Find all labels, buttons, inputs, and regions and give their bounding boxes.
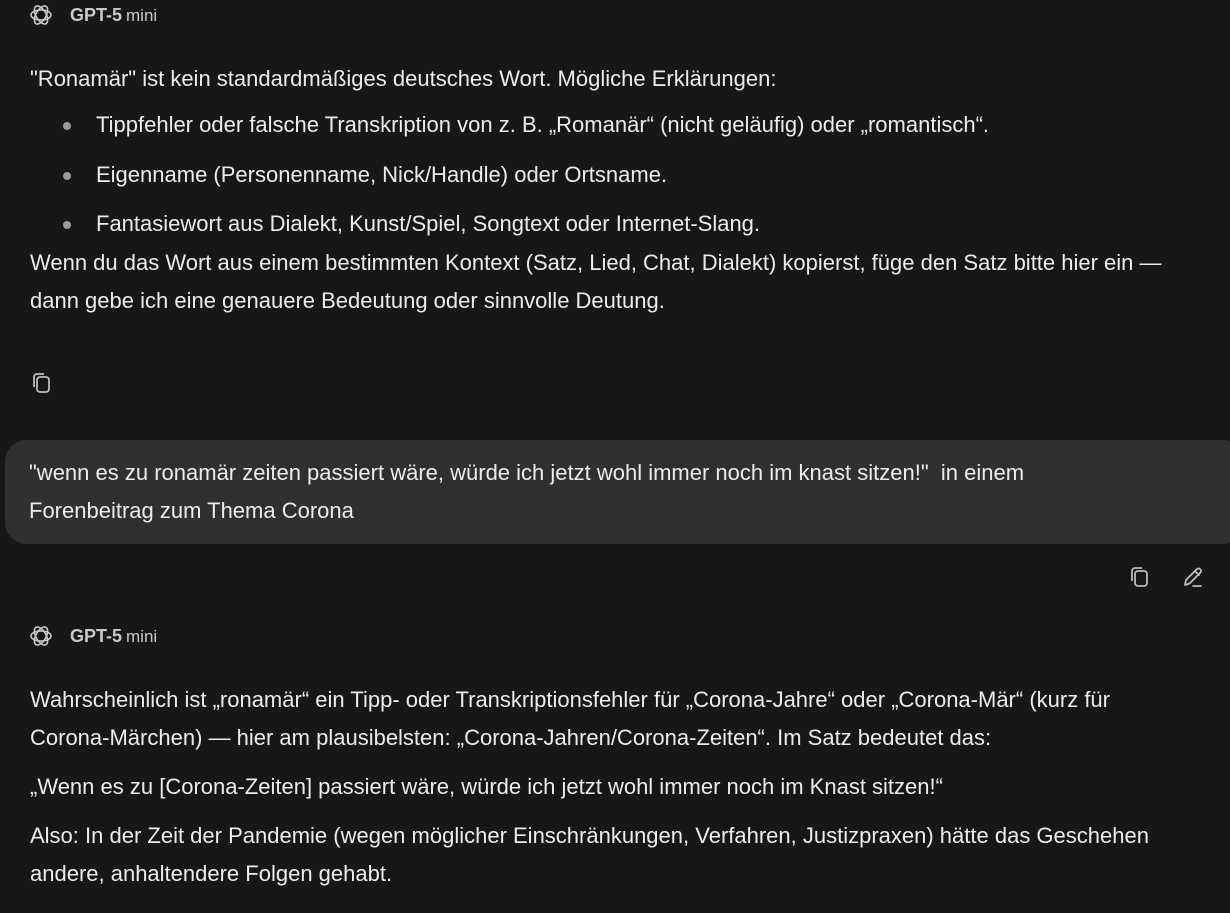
user-message-text: "wenn es zu ronamär zeiten passiert wäre… — [29, 460, 1031, 523]
openai-logo-icon — [30, 5, 52, 25]
openai-logo-icon — [30, 626, 52, 646]
copy-icon — [1131, 567, 1148, 587]
assistant-header-1: GPT-5 mini — [28, 2, 157, 28]
list-item: Fantasiewort aus Dialekt, Kunst/Spiel, S… — [30, 205, 1194, 243]
edit-pencil-icon — [1184, 567, 1202, 587]
assistant-message-1: "Ronamär" ist kein standardmäßiges deuts… — [30, 60, 1194, 320]
list-item: Eigenname (Personenname, Nick/Handle) od… — [30, 156, 1194, 194]
message-paragraph: Also: In der Zeit der Pandemie (wegen mö… — [30, 823, 1149, 886]
assistant-message-2: Wahrscheinlich ist „ronamär“ ein Tipp- o… — [30, 681, 1194, 893]
edit-message-button[interactable] — [1180, 564, 1206, 590]
model-name: GPT-5 mini — [70, 625, 158, 646]
message-paragraph: Wahrscheinlich ist „ronamär“ ein Tipp- o… — [30, 687, 1110, 750]
assistant-header-2: GPT-5 mini — [28, 623, 157, 649]
user-message-bubble: "wenn es zu ronamär zeiten passiert wäre… — [5, 440, 1230, 544]
bullet-list: Tippfehler oder falsche Transkription vo… — [30, 106, 1194, 243]
model-name: GPT-5 mini — [70, 4, 158, 25]
copy-icon — [33, 373, 50, 393]
message-paragraph: "Ronamär" ist kein standardmäßiges deuts… — [30, 66, 777, 91]
copy-button[interactable] — [28, 370, 54, 396]
copy-user-message-button[interactable] — [1126, 564, 1152, 590]
list-item: Tippfehler oder falsche Transkription vo… — [30, 106, 1194, 144]
message-paragraph: Wenn du das Wort aus einem bestimmten Ko… — [30, 249, 1162, 313]
message-paragraph: „Wenn es zu [Corona-Zeiten] passiert wär… — [30, 774, 943, 799]
